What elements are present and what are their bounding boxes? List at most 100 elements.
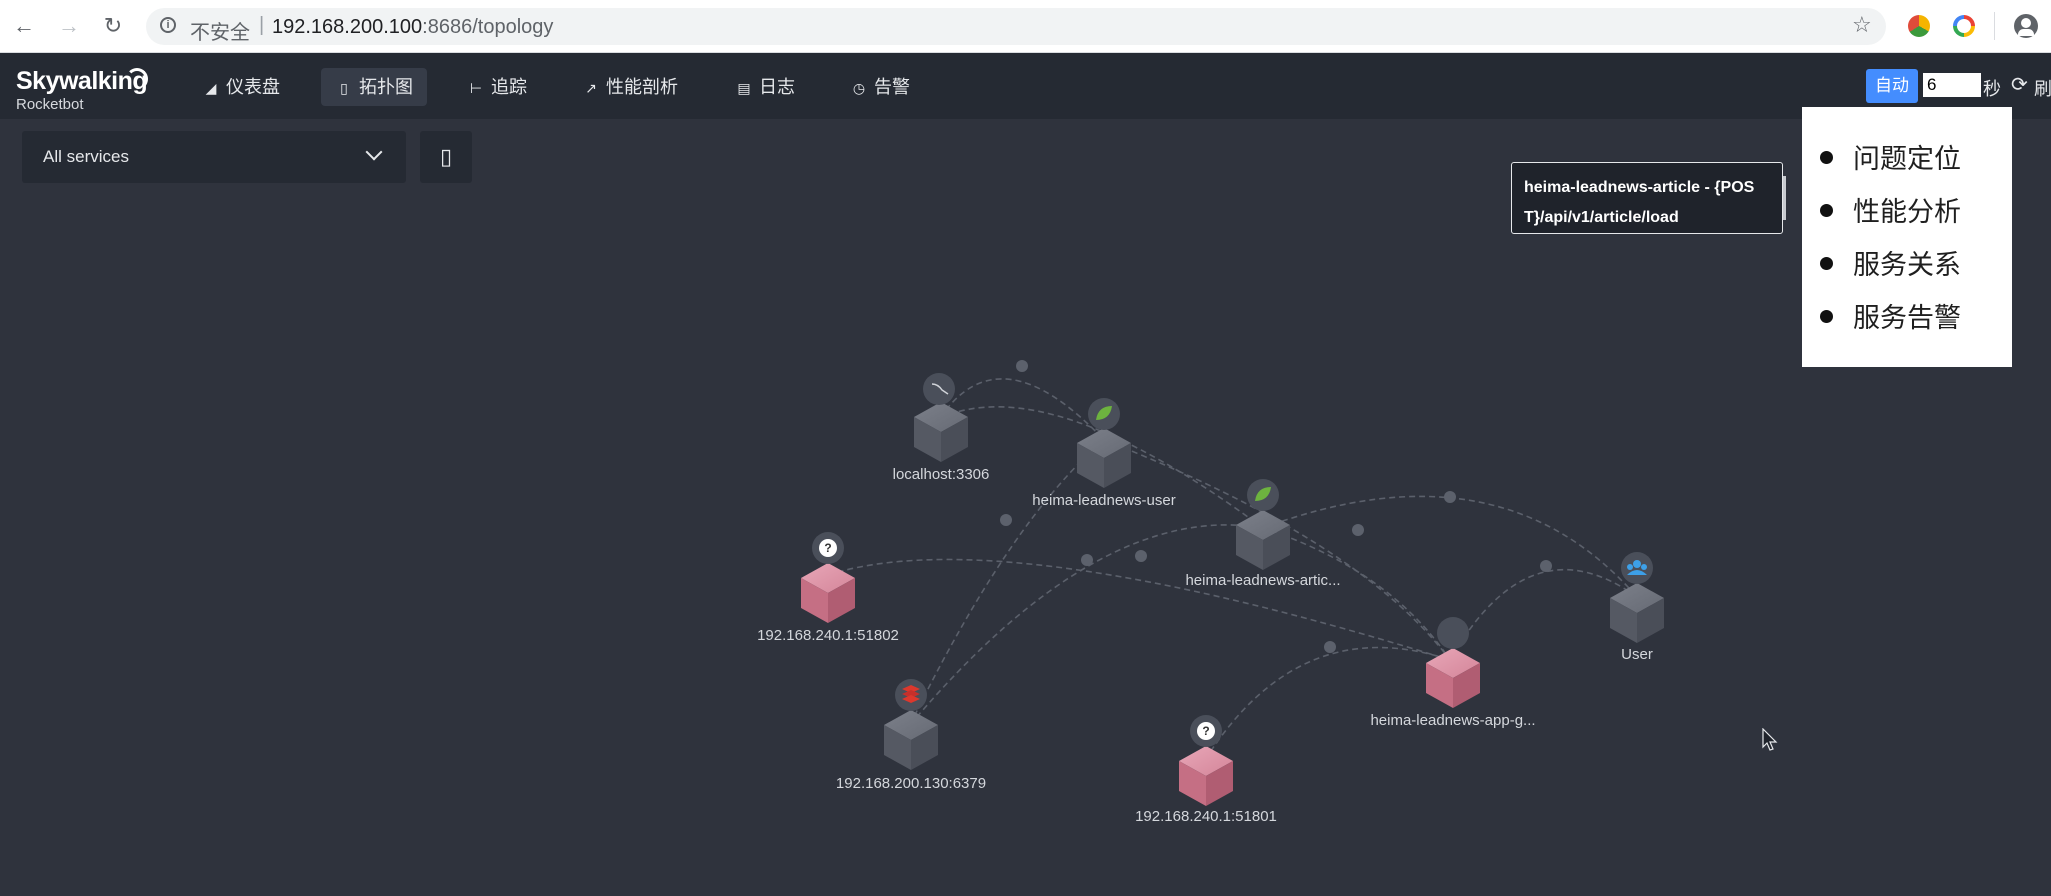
address-bar[interactable]: i 不安全 | 192.168.200.100:8686/topology bbox=[146, 8, 1886, 45]
extension-icon[interactable] bbox=[1908, 15, 1930, 37]
node-heima-leadnews-user bbox=[1077, 398, 1131, 488]
forward-icon[interactable]: → bbox=[56, 13, 82, 39]
mysql-icon bbox=[923, 373, 955, 405]
unknown-icon bbox=[812, 532, 844, 564]
menu-item-service-alarm[interactable]: 服务告警 bbox=[1820, 298, 1961, 338]
nav-profile[interactable]: ↗ 性能剖析 bbox=[568, 68, 692, 106]
back-icon[interactable]: ← bbox=[11, 13, 37, 39]
cube-right bbox=[911, 725, 938, 770]
cube-left bbox=[1179, 761, 1206, 806]
menu-item-label: 服务关系 bbox=[1853, 250, 1961, 280]
nav-log-label: 日志 bbox=[759, 77, 795, 97]
bullet-icon bbox=[1820, 257, 1833, 271]
bullet-icon bbox=[1820, 204, 1833, 218]
url-text[interactable]: 192.168.200.100:8686/topology bbox=[272, 16, 553, 39]
service-select[interactable]: All services bbox=[22, 131, 406, 183]
svg-text:?: ? bbox=[824, 541, 831, 555]
cube-top bbox=[1179, 746, 1233, 776]
node-192-168-200-130-6379 bbox=[884, 679, 938, 770]
menu-item-service-relation[interactable]: 服务关系 bbox=[1820, 245, 1961, 285]
browser-toolbar: ← → ↻ i 不安全 | 192.168.200.100:8686/topol… bbox=[0, 0, 2051, 53]
node-label[interactable]: heima-leadnews-app-g... bbox=[1343, 712, 1563, 729]
node-label[interactable]: 192.168.240.1:51801 bbox=[1096, 808, 1316, 825]
cube-left bbox=[1610, 598, 1637, 643]
seconds-label: 秒 bbox=[1983, 79, 2001, 99]
refresh-icon[interactable]: ⟳ bbox=[2011, 75, 2028, 95]
insecure-label: 不安全 bbox=[190, 22, 250, 44]
edge-midpoint bbox=[1444, 491, 1456, 503]
node-label[interactable]: localhost:3306 bbox=[831, 466, 1051, 483]
nav-profile-label: 性能剖析 bbox=[606, 77, 678, 97]
nav-log[interactable]: ▤ 日志 bbox=[721, 68, 809, 106]
refresh-label[interactable]: 刷 bbox=[2034, 75, 2051, 101]
profile-avatar-icon[interactable] bbox=[2014, 14, 2038, 38]
node-user bbox=[1610, 552, 1664, 643]
refresh-interval-input[interactable] bbox=[1923, 73, 1981, 97]
spring-icon bbox=[1247, 479, 1279, 511]
node-localhost-3306 bbox=[914, 373, 968, 462]
spring-icon bbox=[1088, 398, 1120, 430]
nav-topology[interactable]: ▯ 拓扑图 bbox=[321, 68, 427, 106]
redis-icon bbox=[895, 679, 927, 711]
menu-item-label: 问题定位 bbox=[1853, 144, 1961, 174]
info-icon[interactable]: i bbox=[160, 17, 176, 33]
cube-top bbox=[884, 710, 938, 740]
log-icon: ▤ bbox=[737, 80, 751, 96]
node-heima-leadnews-app-gateway bbox=[1426, 617, 1480, 708]
edge bbox=[909, 524, 1264, 726]
cube-top bbox=[1077, 428, 1131, 458]
toolbar-divider bbox=[1994, 12, 1995, 40]
mouse-cursor-icon bbox=[1762, 728, 1778, 751]
alarm-icon: ◷ bbox=[852, 80, 866, 96]
cube-right bbox=[1263, 525, 1290, 570]
topology-mode-button[interactable]: ▯ bbox=[420, 131, 472, 183]
users-icon bbox=[1621, 552, 1653, 584]
service-select-value: All services bbox=[43, 147, 129, 166]
node-label[interactable]: User bbox=[1527, 646, 1747, 663]
node-label[interactable]: 192.168.240.1:51802 bbox=[718, 627, 938, 644]
menu-item-problem-location[interactable]: 问题定位 bbox=[1820, 139, 1961, 179]
profile-icon: ↗ bbox=[585, 80, 597, 96]
bookmark-star-icon[interactable]: ☆ bbox=[1852, 12, 1872, 38]
cube-left bbox=[801, 578, 828, 623]
nav-trace[interactable]: ⊢ 追踪 bbox=[453, 68, 541, 106]
chevron-down-icon bbox=[365, 143, 383, 161]
cube-right bbox=[828, 578, 855, 623]
context-menu: 问题定位 性能分析 服务关系 服务告警 bbox=[1802, 107, 2012, 367]
cube-right bbox=[941, 417, 968, 462]
node-label[interactable]: 192.168.200.130:6379 bbox=[801, 775, 1021, 792]
menu-item-label: 性能分析 bbox=[1853, 197, 1961, 227]
nav-alarm[interactable]: ◷ 告警 bbox=[836, 68, 924, 106]
auto-refresh-button[interactable]: 自动 bbox=[1866, 69, 1918, 103]
svg-text:?: ? bbox=[1202, 724, 1209, 738]
bullet-icon bbox=[1820, 310, 1833, 324]
cube-right bbox=[1104, 443, 1131, 488]
cube-left bbox=[884, 725, 911, 770]
nav-dashboard-label: 仪表盘 bbox=[226, 77, 280, 97]
edge-midpoint bbox=[1081, 554, 1093, 566]
extension-icon-center bbox=[1957, 19, 1971, 33]
node-heima-leadnews-article bbox=[1236, 479, 1290, 570]
edge-midpoint bbox=[1135, 550, 1147, 562]
url-path: :8686/topology bbox=[422, 16, 554, 38]
cube-top bbox=[1610, 583, 1664, 613]
cube-top bbox=[1426, 648, 1480, 678]
menu-item-performance[interactable]: 性能分析 bbox=[1820, 192, 1961, 232]
node-tooltip: heima-leadnews-article - {POST}/api/v1/a… bbox=[1511, 162, 1783, 234]
logo-subtitle: Rocketbot bbox=[16, 96, 84, 113]
edge-midpoint bbox=[1352, 524, 1364, 536]
node-label[interactable]: heima-leadnews-artic... bbox=[1153, 572, 1373, 589]
bullet-icon bbox=[1820, 151, 1833, 165]
nav-alarm-label: 告警 bbox=[874, 77, 910, 97]
nav-dashboard[interactable]: ◢ 仪表盘 bbox=[188, 68, 294, 106]
unknown-icon bbox=[1190, 715, 1222, 747]
app-header: Skywalking Rocketbot ◢ 仪表盘 ▯ 拓扑图 ⊢ 追踪 ↗ 性能剖析… bbox=[0, 53, 2051, 119]
reload-icon[interactable]: ↻ bbox=[100, 13, 126, 39]
gateway-icon bbox=[1437, 617, 1469, 649]
edge-midpoint bbox=[1540, 560, 1552, 572]
cube-right bbox=[1637, 598, 1664, 643]
cube-top bbox=[914, 402, 968, 432]
node-label[interactable]: heima-leadnews-user bbox=[994, 492, 1214, 509]
cube-right bbox=[1453, 663, 1480, 708]
edge-midpoint bbox=[1000, 514, 1012, 526]
